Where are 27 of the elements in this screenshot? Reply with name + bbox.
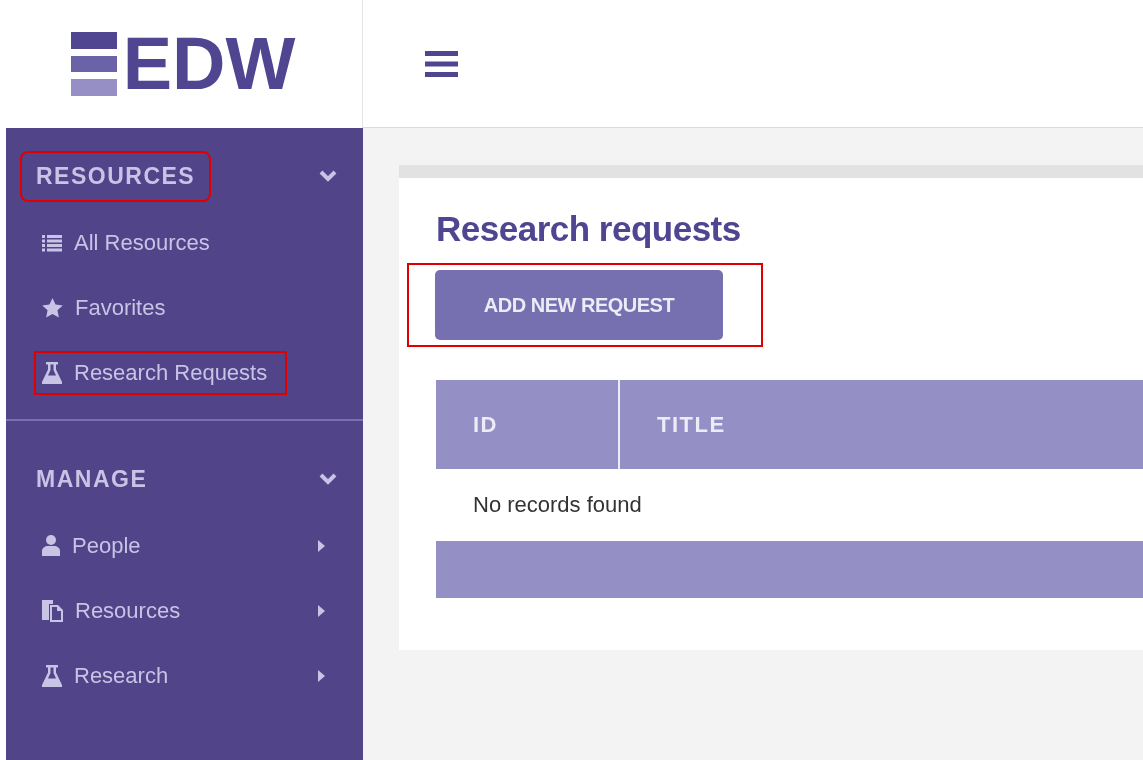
- section-heading[interactable]: MANAGE: [20, 453, 164, 505]
- sidebar-item[interactable]: People: [34, 523, 161, 568]
- stacked-bars-icon: [70, 32, 117, 96]
- person-icon: [42, 535, 60, 556]
- list-icon: [42, 233, 62, 252]
- page-title: Research requests: [436, 208, 742, 250]
- column-header[interactable]: TITLE: [620, 380, 1143, 469]
- section-heading[interactable]: RESOURCES: [20, 150, 212, 202]
- flask-icon: [42, 664, 62, 687]
- sidebar-item[interactable]: All Resources: [34, 220, 230, 265]
- chevron-icon[interactable]: [319, 170, 337, 182]
- sidebar-item[interactable]: Favorites: [34, 285, 186, 330]
- documents-icon: [42, 599, 63, 622]
- flask-icon: [42, 361, 62, 384]
- sidebar-item[interactable]: Research: [34, 653, 189, 698]
- menu-icon[interactable]: [425, 50, 458, 77]
- column-header[interactable]: ID: [436, 380, 620, 469]
- sidebar-item[interactable]: Resources: [34, 588, 201, 633]
- caret-icon[interactable]: [318, 669, 325, 682]
- caret-icon[interactable]: [318, 539, 325, 552]
- chevron-icon[interactable]: [319, 473, 337, 485]
- empty-message: No records found: [472, 491, 643, 519]
- sidebar-item[interactable]: Research Requests: [34, 350, 288, 395]
- logo-text: EDW: [121, 27, 297, 101]
- star-icon: [42, 297, 63, 318]
- caret-icon[interactable]: [318, 604, 325, 617]
- add-request-button[interactable]: ADD NEW REQUEST: [435, 270, 723, 340]
